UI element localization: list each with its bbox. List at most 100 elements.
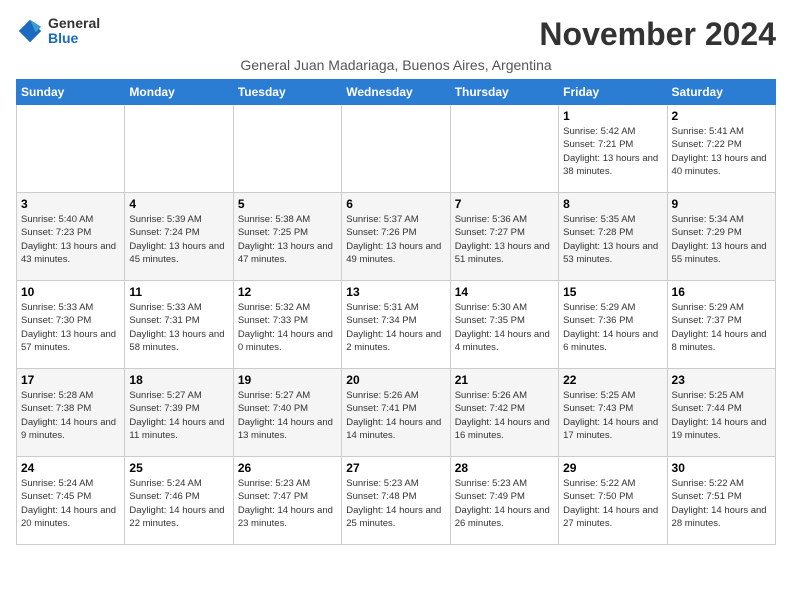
day-info: Sunrise: 5:22 AMSunset: 7:50 PMDaylight:… bbox=[563, 477, 662, 530]
calendar-cell: 4Sunrise: 5:39 AMSunset: 7:24 PMDaylight… bbox=[125, 193, 233, 281]
calendar-week-row: 3 Sunrise: 5:40 AMSunset: 7:23 PMDaylight… bbox=[17, 193, 776, 281]
day-number: 1 bbox=[563, 109, 662, 123]
calendar-cell: 25 Sunrise: 5:24 AMSunset: 7:46 PMDayligh… bbox=[125, 457, 233, 545]
day-number: 5 bbox=[238, 197, 337, 211]
day-info: Sunrise: 5:25 AMSunset: 7:44 PMDaylight:… bbox=[672, 389, 771, 442]
day-number: 29 bbox=[563, 461, 662, 475]
day-number: 17 bbox=[21, 373, 120, 387]
day-info: Sunrise: 5:30 AMSunset: 7:35 PMDaylight:… bbox=[455, 301, 554, 354]
calendar-cell: 9Sunrise: 5:34 AMSunset: 7:29 PMDaylight… bbox=[667, 193, 775, 281]
day-info: Sunrise: 5:27 AMSunset: 7:40 PMDaylight:… bbox=[238, 389, 337, 442]
calendar-cell bbox=[450, 105, 558, 193]
day-number: 18 bbox=[129, 373, 228, 387]
day-info: Sunrise: 5:41 AMSunset: 7:22 PMDaylight:… bbox=[672, 125, 771, 178]
weekday-header: Wednesday bbox=[342, 80, 450, 105]
weekday-header: Friday bbox=[559, 80, 667, 105]
calendar-cell: 13 Sunrise: 5:31 AMSunset: 7:34 PMDayligh… bbox=[342, 281, 450, 369]
day-info: Sunrise: 5:27 AMSunset: 7:39 PMDaylight:… bbox=[129, 389, 228, 442]
day-number: 20 bbox=[346, 373, 445, 387]
day-number: 4 bbox=[129, 197, 228, 211]
day-info: Sunrise: 5:37 AMSunset: 7:26 PMDaylight:… bbox=[346, 213, 445, 266]
day-number: 11 bbox=[129, 285, 228, 299]
day-number: 13 bbox=[346, 285, 445, 299]
day-number: 27 bbox=[346, 461, 445, 475]
day-info: Sunrise: 5:40 AMSunset: 7:23 PMDaylight:… bbox=[21, 213, 120, 266]
calendar-cell: 28 Sunrise: 5:23 AMSunset: 7:49 PMDayligh… bbox=[450, 457, 558, 545]
calendar-cell: 12 Sunrise: 5:32 AMSunset: 7:33 PMDayligh… bbox=[233, 281, 341, 369]
calendar-cell: 3 Sunrise: 5:40 AMSunset: 7:23 PMDaylight… bbox=[17, 193, 125, 281]
day-info: Sunrise: 5:29 AMSunset: 7:36 PMDaylight:… bbox=[563, 301, 662, 354]
logo-general: General bbox=[48, 16, 100, 31]
day-info: Sunrise: 5:38 AMSunset: 7:25 PMDaylight:… bbox=[238, 213, 337, 266]
calendar-cell: 8Sunrise: 5:35 AMSunset: 7:28 PMDaylight… bbox=[559, 193, 667, 281]
calendar-cell: 21 Sunrise: 5:26 AMSunset: 7:42 PMDayligh… bbox=[450, 369, 558, 457]
day-info: Sunrise: 5:33 AMSunset: 7:31 PMDaylight:… bbox=[129, 301, 228, 354]
weekday-header: Thursday bbox=[450, 80, 558, 105]
day-number: 19 bbox=[238, 373, 337, 387]
title-area: November 2024 bbox=[539, 16, 776, 53]
day-number: 6 bbox=[346, 197, 445, 211]
day-info: Sunrise: 5:23 AMSunset: 7:48 PMDaylight:… bbox=[346, 477, 445, 530]
day-number: 24 bbox=[21, 461, 120, 475]
calendar-cell: 24 Sunrise: 5:24 AMSunset: 7:45 PMDayligh… bbox=[17, 457, 125, 545]
logo-text: General Blue bbox=[48, 16, 100, 47]
day-number: 12 bbox=[238, 285, 337, 299]
calendar-cell: 23 Sunrise: 5:25 AMSunset: 7:44 PMDayligh… bbox=[667, 369, 775, 457]
day-info: Sunrise: 5:26 AMSunset: 7:41 PMDaylight:… bbox=[346, 389, 445, 442]
day-info: Sunrise: 5:23 AMSunset: 7:47 PMDaylight:… bbox=[238, 477, 337, 530]
logo-icon bbox=[16, 17, 44, 45]
header-area: General Blue November 2024 bbox=[16, 16, 776, 53]
calendar-week-row: 10 Sunrise: 5:33 AMSunset: 7:30 PMDayligh… bbox=[17, 281, 776, 369]
weekday-header: Saturday bbox=[667, 80, 775, 105]
weekday-header: Tuesday bbox=[233, 80, 341, 105]
weekday-header: Sunday bbox=[17, 80, 125, 105]
day-info: Sunrise: 5:23 AMSunset: 7:49 PMDaylight:… bbox=[455, 477, 554, 530]
day-info: Sunrise: 5:33 AMSunset: 7:30 PMDaylight:… bbox=[21, 301, 120, 354]
day-info: Sunrise: 5:24 AMSunset: 7:46 PMDaylight:… bbox=[129, 477, 228, 530]
day-info: Sunrise: 5:36 AMSunset: 7:27 PMDaylight:… bbox=[455, 213, 554, 266]
day-info: Sunrise: 5:26 AMSunset: 7:42 PMDaylight:… bbox=[455, 389, 554, 442]
calendar-cell bbox=[125, 105, 233, 193]
day-number: 22 bbox=[563, 373, 662, 387]
calendar-cell: 22 Sunrise: 5:25 AMSunset: 7:43 PMDayligh… bbox=[559, 369, 667, 457]
day-number: 28 bbox=[455, 461, 554, 475]
day-info: Sunrise: 5:42 AMSunset: 7:21 PMDaylight:… bbox=[563, 125, 662, 178]
calendar-cell: 6 Sunrise: 5:37 AMSunset: 7:26 PMDaylight… bbox=[342, 193, 450, 281]
day-info: Sunrise: 5:35 AMSunset: 7:28 PMDaylight:… bbox=[563, 213, 662, 266]
day-info: Sunrise: 5:24 AMSunset: 7:45 PMDaylight:… bbox=[21, 477, 120, 530]
calendar-cell: 5 Sunrise: 5:38 AMSunset: 7:25 PMDaylight… bbox=[233, 193, 341, 281]
day-number: 25 bbox=[129, 461, 228, 475]
day-info: Sunrise: 5:25 AMSunset: 7:43 PMDaylight:… bbox=[563, 389, 662, 442]
calendar-cell bbox=[17, 105, 125, 193]
day-info: Sunrise: 5:29 AMSunset: 7:37 PMDaylight:… bbox=[672, 301, 771, 354]
calendar-cell: 2 Sunrise: 5:41 AMSunset: 7:22 PMDaylight… bbox=[667, 105, 775, 193]
calendar-table: SundayMondayTuesdayWednesdayThursdayFrid… bbox=[16, 79, 776, 545]
logo: General Blue bbox=[16, 16, 100, 47]
day-number: 21 bbox=[455, 373, 554, 387]
weekday-header-row: SundayMondayTuesdayWednesdayThursdayFrid… bbox=[17, 80, 776, 105]
day-number: 30 bbox=[672, 461, 771, 475]
calendar-cell: 26Sunrise: 5:23 AMSunset: 7:47 PMDayligh… bbox=[233, 457, 341, 545]
day-info: Sunrise: 5:34 AMSunset: 7:29 PMDaylight:… bbox=[672, 213, 771, 266]
calendar-week-row: 1 Sunrise: 5:42 AMSunset: 7:21 PMDaylight… bbox=[17, 105, 776, 193]
day-number: 14 bbox=[455, 285, 554, 299]
calendar-cell: 10 Sunrise: 5:33 AMSunset: 7:30 PMDayligh… bbox=[17, 281, 125, 369]
subtitle: General Juan Madariaga, Buenos Aires, Ar… bbox=[16, 57, 776, 73]
calendar-cell: 19 Sunrise: 5:27 AMSunset: 7:40 PMDayligh… bbox=[233, 369, 341, 457]
logo-blue: Blue bbox=[48, 31, 100, 46]
day-info: Sunrise: 5:22 AMSunset: 7:51 PMDaylight:… bbox=[672, 477, 771, 530]
calendar-cell: 15Sunrise: 5:29 AMSunset: 7:36 PMDayligh… bbox=[559, 281, 667, 369]
calendar-cell: 17Sunrise: 5:28 AMSunset: 7:38 PMDayligh… bbox=[17, 369, 125, 457]
day-number: 7 bbox=[455, 197, 554, 211]
day-number: 16 bbox=[672, 285, 771, 299]
day-info: Sunrise: 5:32 AMSunset: 7:33 PMDaylight:… bbox=[238, 301, 337, 354]
calendar-cell: 1 Sunrise: 5:42 AMSunset: 7:21 PMDaylight… bbox=[559, 105, 667, 193]
day-number: 23 bbox=[672, 373, 771, 387]
day-number: 3 bbox=[21, 197, 120, 211]
calendar-cell: 30 Sunrise: 5:22 AMSunset: 7:51 PMDayligh… bbox=[667, 457, 775, 545]
day-info: Sunrise: 5:31 AMSunset: 7:34 PMDaylight:… bbox=[346, 301, 445, 354]
calendar-cell bbox=[342, 105, 450, 193]
day-number: 2 bbox=[672, 109, 771, 123]
calendar-cell: 7 Sunrise: 5:36 AMSunset: 7:27 PMDaylight… bbox=[450, 193, 558, 281]
day-number: 10 bbox=[21, 285, 120, 299]
